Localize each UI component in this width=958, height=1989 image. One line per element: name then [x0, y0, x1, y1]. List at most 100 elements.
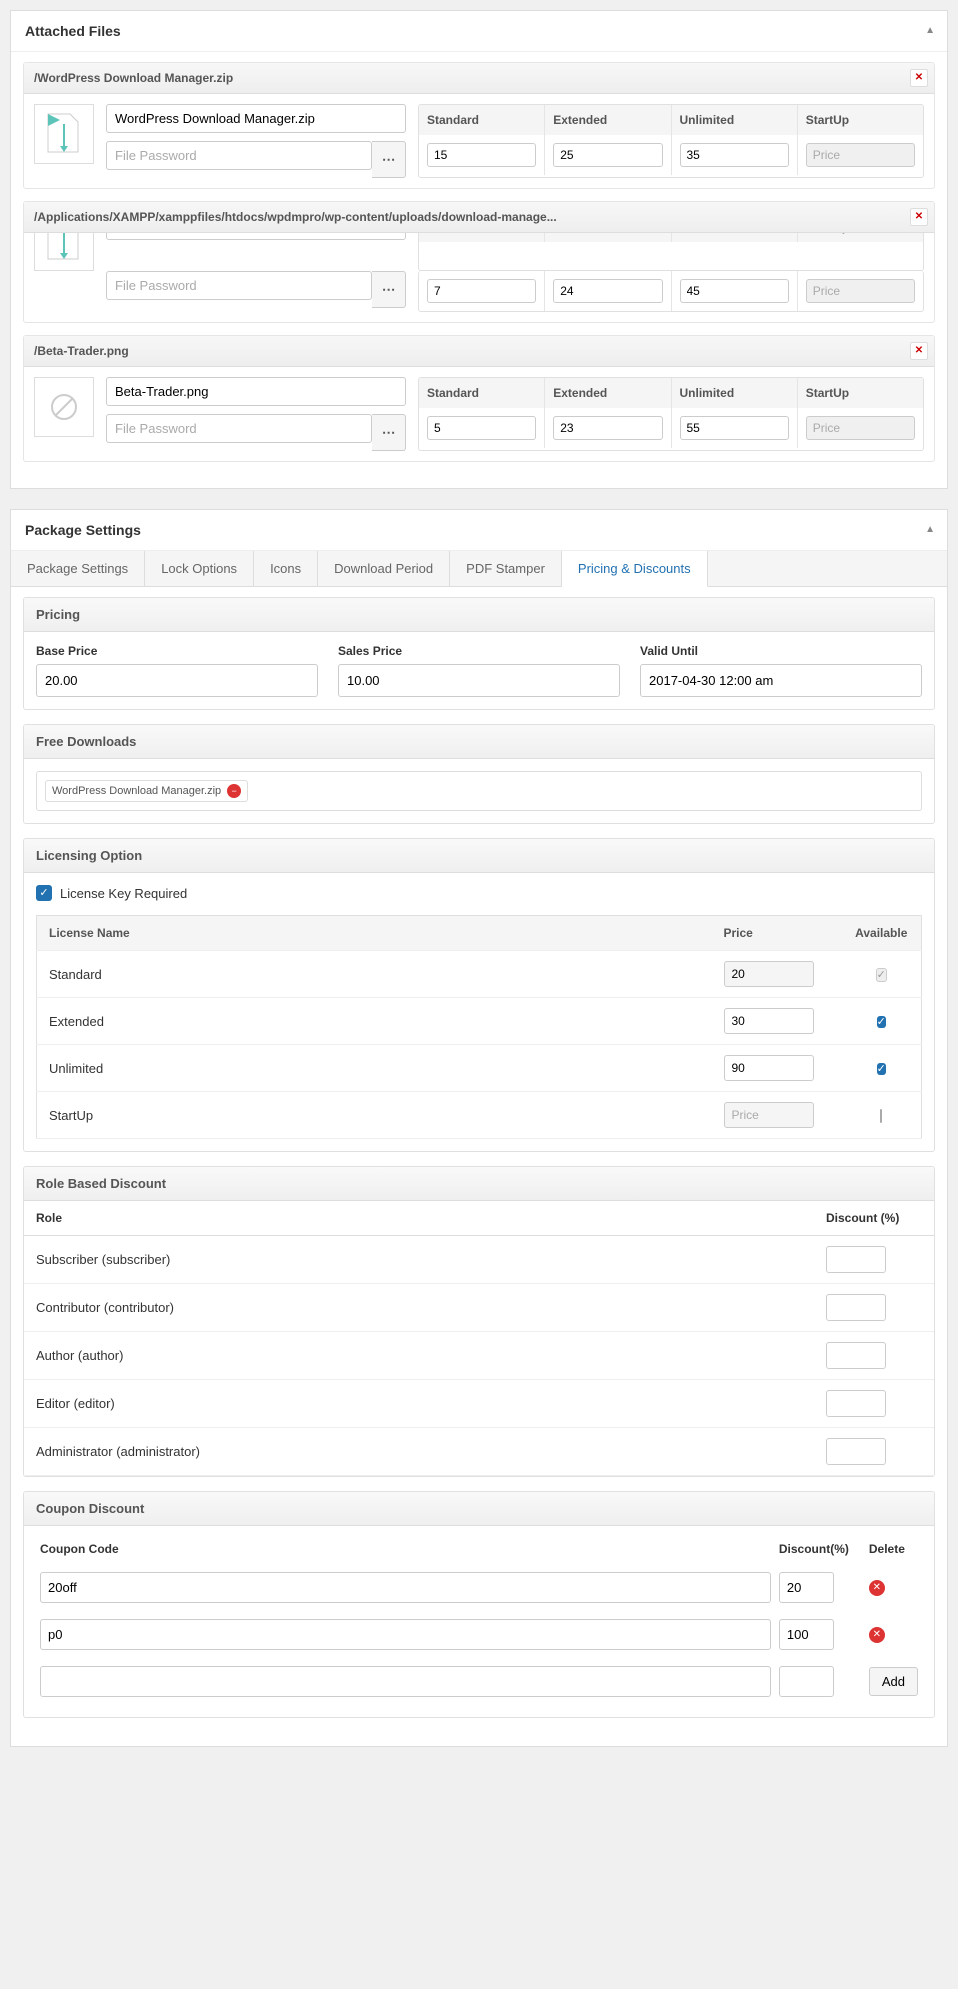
price-startup-input — [806, 143, 915, 167]
role-discount-input[interactable] — [826, 1438, 886, 1465]
price-header-startup: StartUp — [798, 105, 923, 135]
role-name: Author (author) — [24, 1332, 814, 1380]
discount-header: Discount (%) — [814, 1201, 934, 1236]
coupon-delete-header: Delete — [865, 1534, 922, 1564]
chip-label: WordPress Download Manager.zip — [52, 785, 221, 797]
free-downloads-header: Free Downloads — [24, 725, 934, 759]
price-unlimited-input[interactable] — [680, 279, 789, 303]
tab-lock-options[interactable]: Lock Options — [145, 551, 254, 586]
role-discount-input[interactable] — [826, 1246, 886, 1273]
base-price-label: Base Price — [36, 644, 318, 658]
price-header-standard: Standard — [419, 105, 545, 135]
file-path: /WordPress Download Manager.zip — [34, 71, 233, 85]
delete-file-button[interactable]: ✕ — [910, 208, 928, 226]
coupon-discount-input[interactable] — [779, 1572, 834, 1603]
price-standard-input[interactable] — [427, 416, 536, 440]
price-standard-input[interactable] — [427, 279, 536, 303]
file-path-header: /WordPress Download Manager.zip ✕ — [24, 63, 934, 94]
coupon-code-input[interactable] — [40, 1666, 771, 1697]
password-generate-button[interactable]: ⋯ — [372, 141, 406, 178]
chip-remove-icon[interactable]: − — [227, 784, 241, 798]
valid-until-input[interactable] — [640, 664, 922, 697]
tab-pdf-stamper[interactable]: PDF Stamper — [450, 551, 562, 586]
license-table: License Name Price Available Standard ✓ … — [36, 915, 922, 1139]
coupon-code-input[interactable] — [40, 1619, 771, 1650]
license-price-input[interactable] — [724, 1055, 814, 1081]
tab-icons[interactable]: Icons — [254, 551, 318, 586]
license-available-checkbox[interactable] — [880, 1109, 882, 1123]
password-generate-button[interactable]: ⋯ — [372, 414, 406, 451]
license-available-checkbox[interactable]: ✓ — [877, 1016, 886, 1028]
role-name: Contributor (contributor) — [24, 1284, 814, 1332]
file-thumbnail — [34, 233, 94, 271]
file-name-input[interactable] — [106, 233, 406, 240]
coupon-section: Coupon Discount Coupon Code Discount(%) … — [23, 1491, 935, 1718]
license-name: Extended — [37, 998, 712, 1045]
package-settings-header: Package Settings ▲ — [11, 510, 947, 551]
package-settings-title: Package Settings — [25, 522, 141, 538]
price-header-unlimited: Unlimited — [672, 378, 798, 408]
file-password-input[interactable] — [106, 141, 372, 170]
file-price-grid: Standard Extended Unlimited StartUp — [418, 104, 924, 178]
coupon-code-header: Coupon Code — [36, 1534, 775, 1564]
price-standard-input[interactable] — [427, 143, 536, 167]
price-unlimited-input[interactable] — [680, 143, 789, 167]
file-price-grid: Standard Extended Unlimited StartUp — [418, 377, 924, 451]
pricing-section: Pricing Base Price Sales Price Valid Unt… — [23, 597, 935, 710]
file-price-grid — [418, 271, 924, 312]
price-header-standard: Standard — [419, 233, 545, 242]
price-header-extended: Extended — [545, 378, 671, 408]
free-download-chip: WordPress Download Manager.zip − — [45, 780, 248, 802]
file-name-input[interactable] — [106, 104, 406, 133]
file-name-input[interactable] — [106, 377, 406, 406]
role-row: Editor (editor) — [24, 1380, 934, 1428]
file-card: /Beta-Trader.png ✕ ⋯ Standard — [23, 335, 935, 462]
coupon-code-input[interactable] — [40, 1572, 771, 1603]
license-price-input[interactable] — [724, 1102, 814, 1128]
valid-until-label: Valid Until — [640, 644, 922, 658]
collapse-icon[interactable]: ▲ — [925, 524, 935, 535]
coupon-delete-icon[interactable]: ✕ — [869, 1627, 885, 1643]
password-generate-button[interactable]: ⋯ — [372, 271, 406, 308]
sales-price-input[interactable] — [338, 664, 620, 697]
tab-package-settings[interactable]: Package Settings — [11, 551, 145, 586]
price-extended-input[interactable] — [553, 143, 662, 167]
free-downloads-section: Free Downloads WordPress Download Manage… — [23, 724, 935, 824]
price-extended-input[interactable] — [553, 279, 662, 303]
collapse-icon[interactable]: ▲ — [925, 25, 935, 36]
role-name: Subscriber (subscriber) — [24, 1236, 814, 1284]
license-available-checkbox[interactable]: ✓ — [876, 968, 887, 982]
package-settings-panel: Package Settings ▲ Package Settings Lock… — [10, 509, 948, 1747]
license-price-input[interactable] — [724, 1008, 814, 1034]
coupon-add-button[interactable]: Add — [869, 1667, 918, 1696]
delete-file-button[interactable]: ✕ — [910, 69, 928, 87]
file-card: /Applications/XAMPP/xamppfiles/htdocs/wp… — [23, 201, 935, 323]
tab-download-period[interactable]: Download Period — [318, 551, 450, 586]
coupon-discount-header: Discount(%) — [775, 1534, 865, 1564]
price-header-extended: Extended — [545, 105, 671, 135]
tab-pricing-discounts[interactable]: Pricing & Discounts — [562, 551, 708, 587]
price-extended-input[interactable] — [553, 416, 662, 440]
base-price-input[interactable] — [36, 664, 318, 697]
role-discount-input[interactable] — [826, 1294, 886, 1321]
file-password-input[interactable] — [106, 271, 372, 300]
license-required-checkbox[interactable]: ✓ — [36, 885, 52, 901]
delete-file-button[interactable]: ✕ — [910, 342, 928, 360]
license-row: Unlimited ✓ — [37, 1045, 922, 1092]
file-password-input[interactable] — [106, 414, 372, 443]
license-name-header: License Name — [37, 916, 712, 951]
file-card: /WordPress Download Manager.zip ✕ ⋯ Stan… — [23, 62, 935, 189]
license-price-input[interactable] — [724, 961, 814, 987]
role-discount-input[interactable] — [826, 1342, 886, 1369]
attached-files-panel: Attached Files ▲ /WordPress Download Man… — [10, 10, 948, 489]
role-discount-input[interactable] — [826, 1390, 886, 1417]
price-unlimited-input[interactable] — [680, 416, 789, 440]
license-row: Standard ✓ — [37, 951, 922, 998]
price-header-unlimited: Unlimited — [672, 105, 798, 135]
license-row: StartUp — [37, 1092, 922, 1139]
coupon-delete-icon[interactable]: ✕ — [869, 1580, 885, 1596]
coupon-discount-input[interactable] — [779, 1619, 834, 1650]
coupon-discount-input[interactable] — [779, 1666, 834, 1697]
license-row: Extended ✓ — [37, 998, 922, 1045]
license-available-checkbox[interactable]: ✓ — [877, 1063, 886, 1075]
